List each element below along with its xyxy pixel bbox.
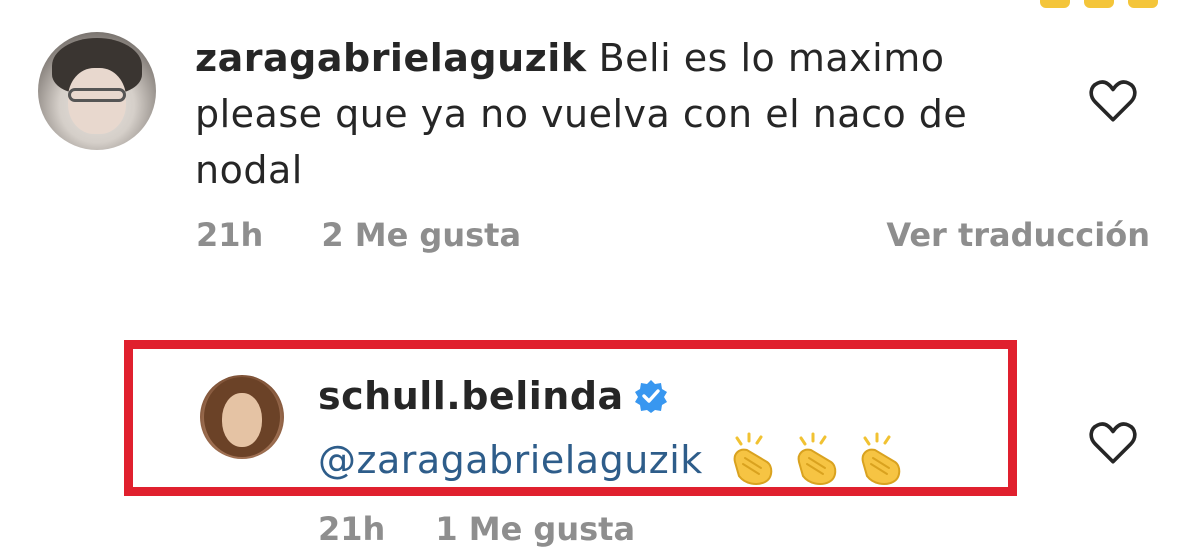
comment-username[interactable]: zaragabrielaguzik <box>195 36 587 80</box>
cropped-emoji-strip <box>1040 0 1200 8</box>
comment-likes[interactable]: 2 Me gusta <box>321 216 521 254</box>
heart-outline-icon[interactable] <box>1088 78 1138 124</box>
verified-badge-icon <box>634 380 667 413</box>
reply-header: schull.belinda <box>318 374 668 418</box>
clap-emoji-group <box>727 432 909 488</box>
comment-meta: 21h 2 Me gusta <box>196 216 521 254</box>
reply-body: @zaragabrielaguzik <box>318 432 909 488</box>
reply-avatar[interactable] <box>200 375 284 459</box>
comment-body: zaragabrielaguzik Beli es lo maximo pleas… <box>195 30 1015 198</box>
reply-username[interactable]: schull.belinda <box>318 374 624 418</box>
avatar-face <box>222 393 262 447</box>
heart-outline-icon[interactable] <box>1088 420 1138 466</box>
see-translation-link[interactable]: Ver traducción <box>886 216 1150 254</box>
reply-meta: 21h 1 Me gusta <box>318 510 635 548</box>
clapping-hands-icon <box>733 432 773 485</box>
cropped-emoji-1 <box>1040 0 1070 8</box>
reply-time: 21h <box>318 510 386 548</box>
avatar-glasses <box>68 88 126 102</box>
comment-avatar[interactable] <box>38 32 156 150</box>
cropped-emoji-2 <box>1084 0 1114 8</box>
clapping-hands-icon <box>861 432 901 485</box>
comment-time: 21h <box>196 216 264 254</box>
reply-likes[interactable]: 1 Me gusta <box>435 510 635 548</box>
reply-mention[interactable]: @zaragabrielaguzik <box>318 438 703 482</box>
clapping-hands-icon <box>797 432 837 485</box>
cropped-emoji-3 <box>1128 0 1158 8</box>
